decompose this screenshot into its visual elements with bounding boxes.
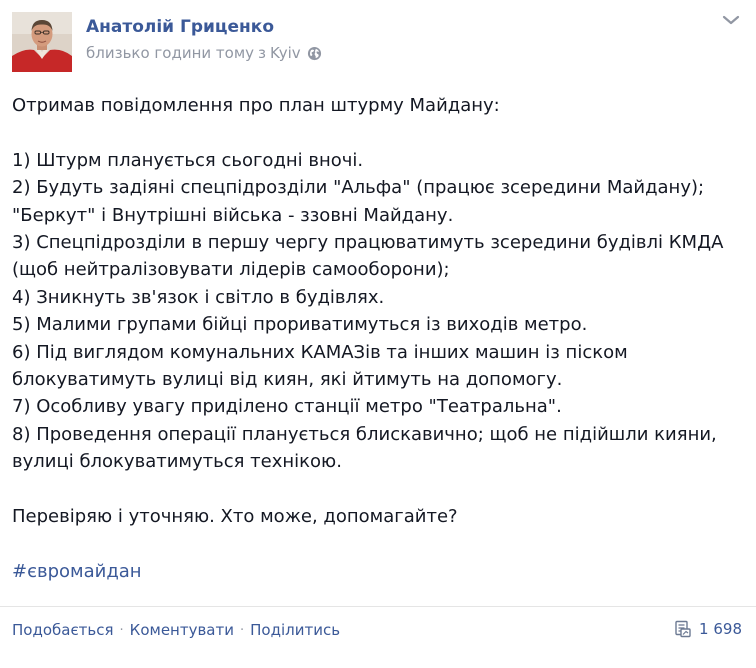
post-line-8: 6) Під виглядом комунальних КАМАЗів та і… [12, 341, 628, 363]
post-line-closing: Перевіряю і уточняю. Хто може, допомагай… [12, 506, 458, 528]
globe-icon [307, 46, 321, 60]
avatar[interactable] [12, 12, 72, 72]
like-link[interactable]: Подобається [12, 621, 114, 639]
post-line-11: 8) Проведення операції планується блиска… [12, 423, 717, 445]
post-meta: близько години тому з Kyiv [86, 44, 322, 62]
post-line-3: "Беркут" і Внутрішні війська - ззовні Ма… [12, 204, 454, 226]
post-line-5: (щоб нейтралізовувати лідерів самооборон… [12, 259, 450, 281]
post-line-1: 1) Штурм планується сьогодні вночі. [12, 149, 364, 171]
post-line-7: 5) Малими групами бійці прориватимуться … [12, 314, 588, 336]
post-line-10: 7) Особливу увагу приділено станції метр… [12, 396, 562, 418]
profile-photo [12, 12, 72, 72]
post-actions: Подобається · Коментувати · Поділитись [12, 621, 340, 639]
divider [0, 606, 756, 607]
author-name[interactable]: Анатолій Гриценко [86, 17, 274, 37]
post-timestamp[interactable]: близько години тому [86, 44, 254, 62]
post-line-4: 3) Спецпідрозділи в першу чергу працюват… [12, 232, 724, 254]
feed-post: Анатолій Гриценко близько години тому з … [0, 0, 756, 668]
action-separator: · [119, 622, 124, 638]
chevron-down-icon[interactable] [722, 14, 740, 26]
post-line-6: 4) Зникнуть зв'язок і світло в будівлях. [12, 286, 385, 308]
post-line-intro: Отримав повідомлення про план штурму Май… [12, 95, 500, 116]
post-line-2: 2) Будуть задіяні спецпідрозділи "Альфа"… [12, 177, 705, 199]
comment-link[interactable]: Коментувати [130, 621, 234, 639]
location-prefix: з [258, 44, 267, 62]
shares-counter[interactable]: 1 698 [674, 620, 742, 638]
shares-count: 1 698 [699, 620, 742, 638]
post-body: Отримав повідомлення про план штурму Май… [12, 92, 748, 585]
action-separator: · [239, 622, 245, 638]
post-line-12: вулиці блокуватимуться технікою. [12, 451, 342, 473]
share-icon [675, 620, 691, 638]
share-link[interactable]: Поділитись [250, 621, 340, 639]
post-line-9: блокуватимуть вулиці від киян, які йтиму… [12, 369, 563, 391]
post-location[interactable]: Kyiv [270, 44, 301, 62]
hashtag-link[interactable]: #євромайдан [12, 558, 748, 585]
